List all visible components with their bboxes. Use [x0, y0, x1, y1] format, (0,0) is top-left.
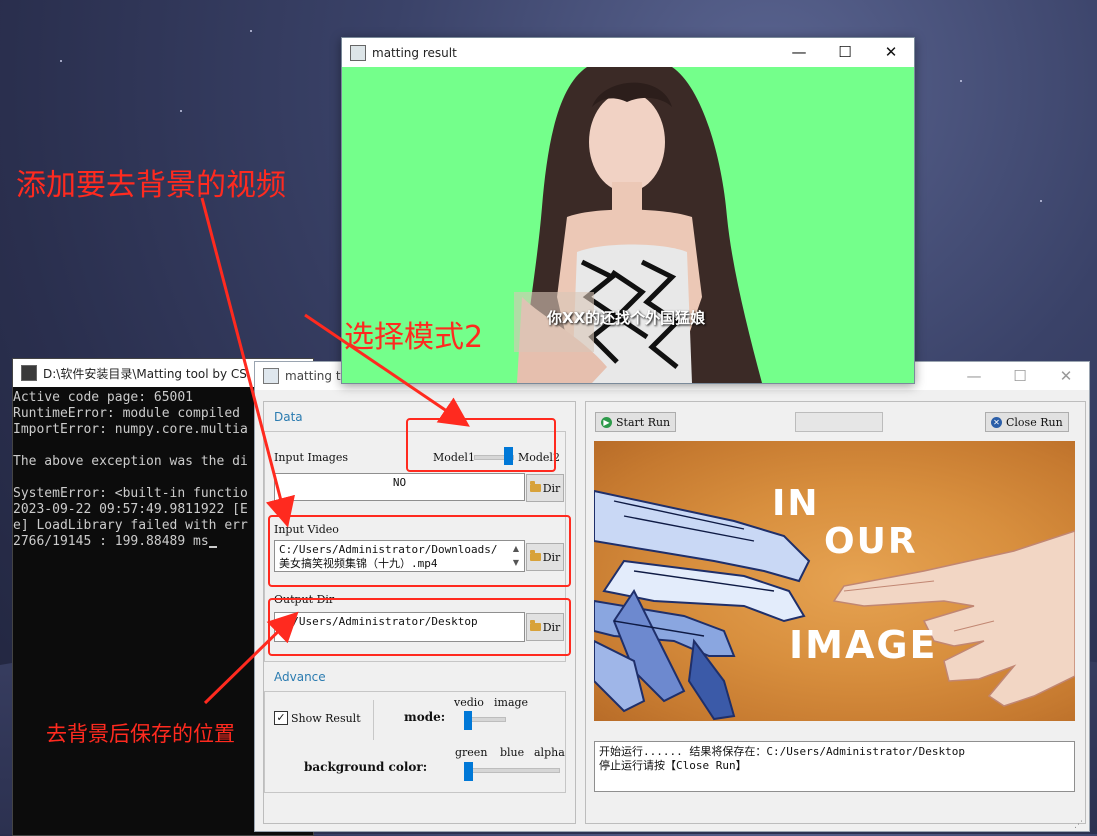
bg-green-label: green: [455, 746, 488, 759]
input-video-highlight: [268, 515, 571, 587]
result-maximize-icon[interactable]: ☐: [822, 38, 868, 66]
preview-image: IN OUR IMAGE: [594, 441, 1075, 721]
robot-hand-illustration: [594, 489, 1075, 721]
stop-icon: ✕: [991, 416, 1002, 428]
main-title: matting to: [285, 369, 348, 383]
progress-indicator: [795, 412, 883, 432]
console-app-icon: [21, 365, 37, 381]
advance-divider: [373, 700, 374, 740]
model-select-highlight: [406, 418, 556, 472]
result-minimize-icon[interactable]: —: [776, 38, 822, 66]
result-titlebar[interactable]: matting result — ☐ ✕: [342, 38, 914, 67]
show-result-checkbox[interactable]: ✓: [274, 711, 288, 725]
play-icon: ▶: [601, 416, 612, 428]
input-images-label: Input Images: [274, 451, 349, 464]
dir-label: Dir: [542, 481, 561, 495]
console-cursor: [208, 546, 217, 548]
maximize-icon[interactable]: ☐: [997, 362, 1043, 390]
input-images-dir-button[interactable]: Dir: [526, 474, 564, 502]
input-images-value: NO: [392, 476, 407, 489]
star: [1040, 200, 1042, 202]
resize-grip[interactable]: ⋰: [1074, 820, 1086, 830]
star: [250, 30, 252, 32]
advance-group-label: Advance: [274, 670, 326, 684]
bg-color-slider-track[interactable]: [464, 768, 560, 773]
annotation-save-location: 去背景后保存的位置: [46, 722, 235, 746]
input-images-field[interactable]: NO: [274, 473, 525, 501]
log-line: 停止运行请按【Close Run】: [599, 759, 747, 772]
video-subtitle-caption: 你XX的还找个外国猛娘: [547, 309, 706, 327]
mode-label: mode:: [404, 710, 446, 724]
close-run-label: Close Run: [1006, 415, 1063, 429]
mode-image-label: image: [494, 696, 529, 709]
folder-icon: [529, 481, 541, 492]
annotation-add-video: 添加要去背景的视频: [16, 168, 286, 203]
show-result-label: Show Result: [291, 712, 361, 725]
close-icon[interactable]: ✕: [1043, 362, 1089, 390]
star: [960, 80, 962, 82]
start-run-label: Start Run: [616, 415, 671, 429]
log-line: 开始运行...... 结果将保存在：C:/Users/Administrator…: [599, 745, 966, 758]
start-run-button[interactable]: ▶ Start Run: [595, 412, 677, 432]
star: [60, 60, 62, 62]
art-word-our: OUR: [824, 521, 918, 562]
result-close-icon[interactable]: ✕: [868, 38, 914, 66]
close-run-button[interactable]: ✕ Close Run: [985, 412, 1069, 432]
background-color-label: background color:: [304, 760, 428, 774]
result-app-icon: [350, 44, 366, 61]
bg-blue-label: blue: [500, 746, 525, 759]
art-word-in: IN: [772, 483, 820, 524]
bg-color-slider-handle[interactable]: [464, 762, 473, 781]
annotation-select-mode: 选择模式2: [344, 320, 484, 355]
log-output: 开始运行...... 结果将保存在：C:/Users/Administrator…: [594, 741, 1075, 792]
minimize-icon[interactable]: —: [951, 362, 997, 390]
star: [180, 110, 182, 112]
console-progress-text: 2766/19145 : 199.88489 ms: [13, 534, 209, 549]
data-group-label: Data: [274, 410, 303, 424]
result-title: matting result: [372, 45, 457, 60]
bg-alpha-label: alpha: [534, 746, 565, 759]
console-title: D:\软件安装目录\Matting tool by CS: [43, 366, 247, 381]
main-app-icon: [263, 368, 279, 384]
art-word-image: IMAGE: [789, 623, 938, 667]
output-dir-highlight: [268, 598, 571, 656]
mode-slider-handle[interactable]: [464, 711, 472, 730]
mode-vedio-label: vedio: [454, 696, 484, 709]
